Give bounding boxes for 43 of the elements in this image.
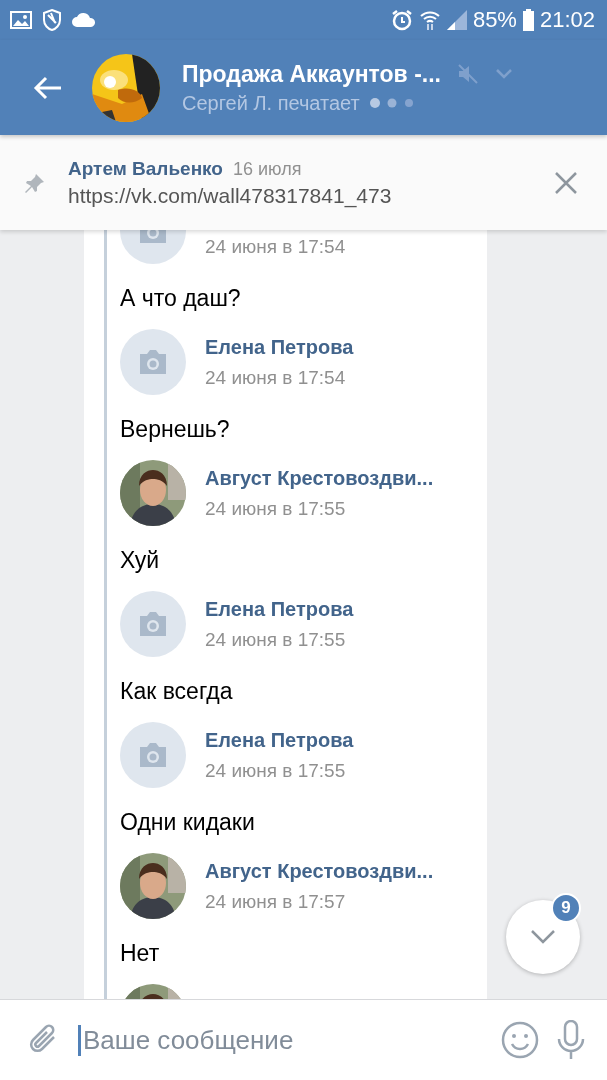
message-date: 24 июня в 17:55 bbox=[205, 759, 347, 782]
signal-icon bbox=[446, 10, 467, 30]
camera-avatar-icon[interactable] bbox=[120, 722, 186, 788]
camera-avatar-icon[interactable] bbox=[120, 591, 186, 657]
gallery-icon bbox=[10, 11, 32, 29]
message-date: 24 июня в 17:55 bbox=[205, 628, 347, 651]
pinned-date: 16 июля bbox=[233, 158, 302, 180]
sender-name[interactable]: Август Крестовоздви... bbox=[205, 859, 434, 883]
message-text: А что даш? bbox=[120, 284, 242, 313]
message-date: 24 июня в 17:55 bbox=[205, 497, 347, 520]
pinned-message-text[interactable]: https://vk.com/wall478317841_473 bbox=[68, 183, 553, 208]
message-text: Как всегда bbox=[120, 677, 234, 706]
smiley-icon[interactable] bbox=[501, 1021, 539, 1059]
sender-name[interactable]: Елена Петрова bbox=[205, 335, 354, 359]
battery-icon bbox=[522, 9, 534, 31]
battery-percent: 85% bbox=[472, 7, 517, 33]
sender-name[interactable]: Елена Петрова bbox=[205, 728, 354, 752]
status-time: 21:02 bbox=[539, 7, 595, 33]
camera-avatar-icon[interactable] bbox=[120, 329, 186, 395]
chat-title[interactable]: Продажа Аккаунтов -... bbox=[182, 60, 441, 88]
chevron-down-icon[interactable] bbox=[494, 68, 513, 80]
message-text: Вернешь? bbox=[120, 415, 231, 444]
shield-icon bbox=[42, 9, 62, 31]
message-date: 24 июня в 17:54 bbox=[205, 366, 347, 389]
alarm-icon bbox=[390, 9, 413, 31]
message-date: 24 июня в 17:54 bbox=[205, 235, 346, 258]
sender-name[interactable]: Август Крестовоздви... bbox=[205, 466, 434, 490]
close-button[interactable] bbox=[553, 169, 579, 196]
cloud-icon bbox=[72, 13, 96, 27]
message-text: Хуй bbox=[120, 546, 161, 575]
unread-count-badge: 9 bbox=[551, 893, 581, 923]
chevron-down-icon bbox=[530, 929, 556, 945]
message-text: Нет bbox=[120, 939, 161, 968]
typing-status: Сергей Л. печатает bbox=[182, 91, 360, 115]
pin-icon bbox=[24, 171, 46, 194]
microphone-icon[interactable] bbox=[555, 1020, 587, 1060]
wifi-icon bbox=[418, 9, 441, 31]
pinned-author[interactable]: Артем Вальенко bbox=[68, 157, 223, 180]
message-text: Одни кидаки bbox=[120, 808, 256, 837]
typing-dots-icon bbox=[369, 98, 416, 108]
scroll-down-button[interactable] bbox=[506, 900, 580, 974]
sender-name[interactable]: Елена Петрова bbox=[205, 597, 354, 621]
message-date: 24 июня в 17:57 bbox=[205, 890, 347, 913]
